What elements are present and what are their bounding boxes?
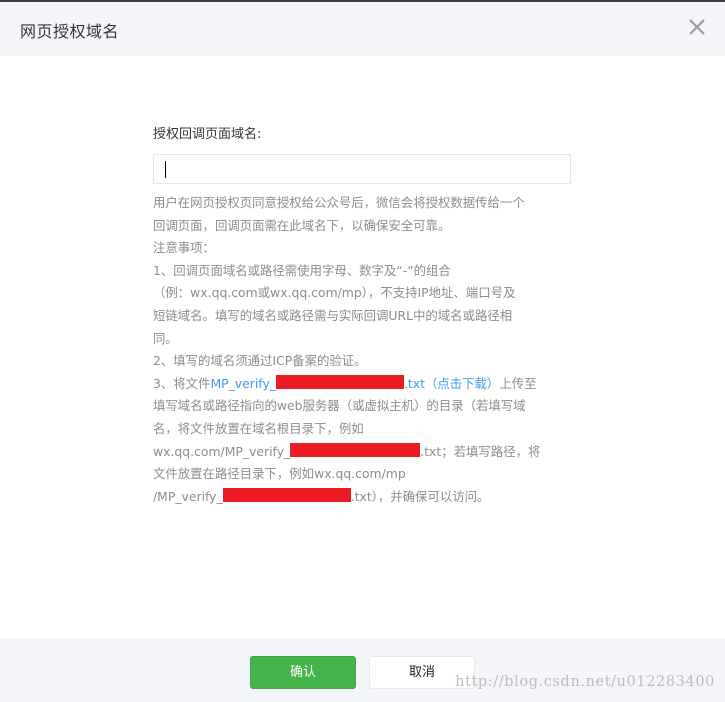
- download-link[interactable]: （点击下载）: [425, 376, 499, 391]
- redaction-block: [222, 487, 351, 502]
- authorize-domain-dialog: 网页授权域名 授权回调页面域名: 用户在网页授权页同意授权给公众号后，微信会将授…: [0, 0, 725, 702]
- example-path-prefix: wx.qq.com/MP_verify_: [153, 443, 291, 459]
- notice-item-3-example: wx.qq.com/MP_verify_ .txt；若填写路径，将: [153, 441, 578, 464]
- dialog-header: 网页授权域名: [0, 2, 725, 56]
- notice-item-3-suffix: 上传至: [499, 375, 537, 391]
- notice-item-1-cont: 同。: [153, 330, 178, 346]
- dialog-footer: 确认 取消 http://blog.csdn.net/u012283400: [0, 638, 725, 702]
- verify-file-name-suffix: .txt: [403, 375, 425, 391]
- redaction-block: [290, 442, 421, 457]
- notice-item-3-cont: 填写域名或路径指向的web服务器（或虚拟主机）的目录（若填写域: [153, 398, 526, 414]
- confirm-button[interactable]: 确认: [250, 656, 356, 689]
- text-caret: [165, 161, 166, 178]
- example-path-prefix: /MP_verify_: [153, 488, 223, 504]
- example-path-suffix: .txt），并确保可以访问。: [350, 488, 490, 504]
- watermark-text: http://blog.csdn.net/u012283400: [455, 674, 715, 690]
- notice-item-3-cont: 名，将文件放置在域名根目录下，例如: [153, 420, 364, 436]
- domain-input-wrapper[interactable]: [153, 154, 571, 184]
- domain-field-label: 授权回调页面域名:: [153, 127, 262, 142]
- notice-item-3-prefix: 3、将文件: [153, 375, 211, 391]
- notice-item-3-cont: 文件放置在路径目录下，例如wx.qq.com/mp: [153, 466, 406, 482]
- verify-file-link[interactable]: MP_verify_ .txt: [210, 374, 425, 391]
- cancel-button[interactable]: 取消: [369, 656, 475, 689]
- notice-item-3-example: /MP_verify_ .txt），并确保可以访问。: [153, 486, 578, 509]
- notice-item-1-cont: 短链域名。填写的域名或路径需与实际回调URL中的域名或路径相: [153, 307, 513, 323]
- example-path-suffix: .txt；若填写路径，将: [420, 443, 541, 459]
- description: 用户在网页授权页同意授权给公众号后，微信会将授权数据传给一个 回调页面，回调页面…: [153, 192, 578, 508]
- notice-item-1: 1、回调页面域名或路径需使用字母、数字及“-”的组合: [153, 262, 451, 278]
- notice-title: 注意事项：: [153, 240, 215, 256]
- notice-item-2: 2、填写的域名须通过ICP备案的验证。: [153, 353, 367, 369]
- notice-item-1-cont: （例：wx.qq.com或wx.qq.com/mp），不支持IP地址、端口号及: [153, 285, 516, 301]
- close-icon[interactable]: [687, 17, 707, 37]
- dialog-body: 授权回调页面域名: 用户在网页授权页同意授权给公众号后，微信会将授权数据传给一个…: [153, 126, 578, 508]
- description-line: 回调页面，回调页面需在此域名下，以确保安全可靠。: [153, 217, 451, 233]
- redaction-block: [275, 374, 404, 389]
- notice-item-3: 3、将文件MP_verify_ .txt（点击下载）上传至: [153, 373, 578, 396]
- domain-input[interactable]: [154, 155, 570, 183]
- description-line: 用户在网页授权页同意授权给公众号后，微信会将授权数据传给一个: [153, 195, 525, 210]
- dialog-title: 网页授权域名: [20, 22, 120, 41]
- verify-file-name-prefix: MP_verify_: [210, 375, 276, 391]
